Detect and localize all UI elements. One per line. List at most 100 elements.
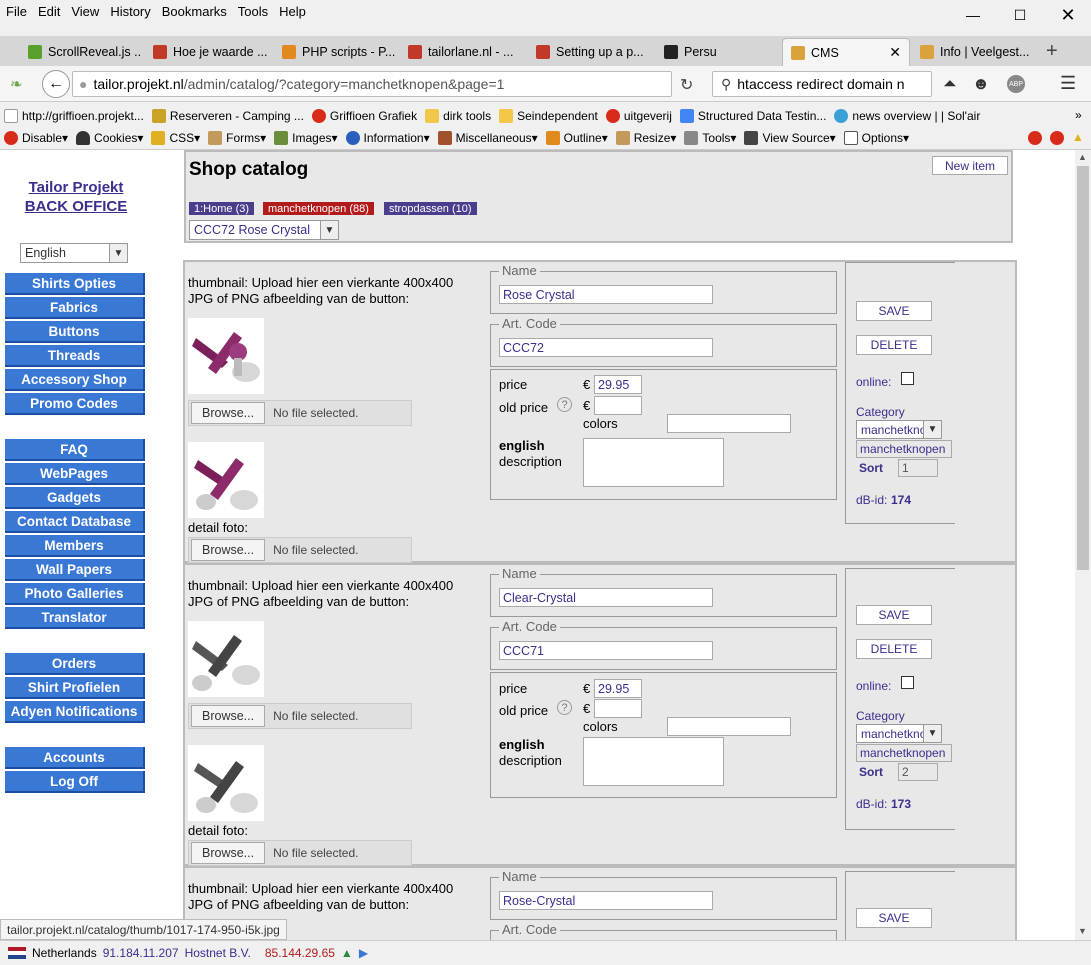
scroll-thumb[interactable] — [1077, 166, 1089, 570]
warning-icon[interactable]: ▲ — [1072, 130, 1084, 144]
close-tab-icon[interactable]: ✕ — [889, 44, 901, 61]
category-select[interactable]: manchetkno ▼ — [856, 420, 942, 439]
product-select[interactable]: CCC72 Rose Crystal ▼ — [189, 220, 339, 240]
nav-accounts[interactable]: Accounts — [5, 747, 145, 769]
dev-miscellaneous[interactable]: Miscellaneous▾ — [437, 131, 538, 145]
dev-resize[interactable]: Resize▾ — [615, 131, 676, 145]
browse-button[interactable]: Browse... — [191, 402, 266, 424]
search-input[interactable]: ⚲ htaccess redirect domain n — [712, 71, 932, 97]
detail-image[interactable] — [188, 745, 264, 821]
menu-help[interactable]: Help — [279, 4, 306, 19]
dev-outline[interactable]: Outline▾ — [545, 131, 608, 145]
online-checkbox[interactable] — [901, 676, 914, 689]
bookmark-uitgeverij[interactable]: uitgeverij — [605, 109, 672, 123]
help-icon[interactable]: ? — [557, 397, 572, 412]
dev-images[interactable]: Images▾ — [274, 131, 338, 145]
nav-threads[interactable]: Threads — [5, 345, 145, 367]
tab-info-veelgesteld[interactable]: Info | Veelgest... — [912, 38, 1034, 66]
thumbnail-image[interactable] — [188, 318, 264, 394]
browse-button[interactable]: Browse... — [191, 842, 266, 864]
save-button[interactable]: SAVE — [856, 301, 932, 321]
old-price-input[interactable] — [594, 699, 642, 718]
tab-cms[interactable]: CMS ✕ — [782, 38, 910, 66]
nav-wall-papers[interactable]: Wall Papers — [5, 559, 145, 581]
sort-input[interactable]: 2 — [898, 763, 938, 781]
price-input[interactable]: 29.95 — [594, 679, 642, 698]
menu-view[interactable]: View — [71, 4, 99, 19]
scroll-up-icon[interactable]: ▲ — [1078, 152, 1087, 162]
thumbnail-file-input[interactable]: Browse... No file selected. — [188, 400, 412, 426]
smiley-icon[interactable]: ☻ — [972, 74, 990, 94]
colors-input[interactable] — [667, 414, 791, 433]
dev-options[interactable]: Options▾ — [843, 131, 909, 145]
new-item-button[interactable]: New item — [932, 156, 1008, 175]
tab-scrollreveal[interactable]: ScrollReveal.js ... — [20, 38, 142, 66]
detail-image[interactable] — [188, 442, 264, 518]
pointer-icon[interactable]: ▶ — [359, 946, 368, 960]
dev-disable[interactable]: Disable▾ — [4, 131, 68, 145]
nav-webpages[interactable]: WebPages — [5, 463, 145, 485]
nav-faq[interactable]: FAQ — [5, 439, 145, 461]
bookmark-seindependent[interactable]: Seindependent — [499, 109, 598, 123]
bookmark-griffioen-grafiek[interactable]: Griffioen Grafiek — [311, 109, 417, 123]
error-icon[interactable] — [1050, 131, 1064, 145]
dev-cookies[interactable]: Cookies▾ — [76, 131, 143, 145]
sort-input[interactable]: 1 — [898, 459, 938, 477]
error-icon[interactable] — [1028, 131, 1042, 145]
nav-shirts-opties[interactable]: Shirts Opties — [5, 273, 145, 295]
description-textarea[interactable] — [583, 737, 724, 786]
dev-view-source[interactable]: View Source▾ — [744, 131, 836, 145]
hamburger-menu-icon[interactable]: ☰ — [1060, 73, 1076, 94]
browse-button[interactable]: Browse... — [191, 705, 266, 727]
menu-bookmarks[interactable]: Bookmarks — [162, 4, 227, 19]
dev-css[interactable]: CSS▾ — [151, 131, 200, 145]
minimize-icon[interactable]: — — [950, 0, 996, 30]
nav-log-off[interactable]: Log Off — [5, 771, 145, 793]
category-tab-home[interactable]: 1:Home (3) — [189, 202, 255, 215]
tab-persu[interactable]: Persu — [656, 38, 776, 66]
tab-setting-up[interactable]: Setting up a p... — [528, 38, 650, 66]
nav-buttons[interactable]: Buttons — [5, 321, 145, 343]
tab-php-scripts[interactable]: PHP scripts - P... — [274, 38, 396, 66]
thumbnail-image[interactable] — [188, 621, 264, 697]
price-input[interactable]: 29.95 — [594, 375, 642, 394]
scrollbar[interactable]: ▲ ▼ — [1075, 150, 1091, 940]
scroll-down-icon[interactable]: ▼ — [1078, 926, 1087, 936]
close-window-icon[interactable]: ✕ — [1045, 0, 1091, 30]
maximize-icon[interactable]: ☐ — [997, 0, 1043, 30]
nav-photo-galleries[interactable]: Photo Galleries — [5, 583, 145, 605]
nav-orders[interactable]: Orders — [5, 653, 145, 675]
old-price-input[interactable] — [594, 396, 642, 415]
description-textarea[interactable] — [583, 438, 724, 487]
adblock-icon[interactable]: ABP — [1007, 75, 1025, 93]
save-button[interactable]: SAVE — [856, 908, 932, 928]
help-icon[interactable]: ? — [557, 700, 572, 715]
home-icon[interactable]: ⏶ — [943, 74, 957, 94]
name-input[interactable]: Clear-Crystal — [499, 588, 713, 607]
language-select[interactable]: English ▼ — [20, 243, 128, 263]
bookmark-griffioen-projekt[interactable]: http://griffioen.projekt... — [4, 109, 144, 123]
dev-information[interactable]: Information▾ — [345, 131, 430, 145]
back-arrow-icon[interactable]: ← — [42, 70, 70, 98]
name-input[interactable]: Rose-Crystal — [499, 891, 713, 910]
art-code-input[interactable]: CCC71 — [499, 641, 713, 660]
nav-contact-database[interactable]: Contact Database — [5, 511, 145, 533]
category-tab-manchetknopen[interactable]: manchetknopen (88) — [263, 202, 374, 215]
tab-hoe-je-waarde[interactable]: Hoe je waarde ... — [145, 38, 271, 66]
reload-icon[interactable]: ↻ — [680, 75, 693, 95]
nav-members[interactable]: Members — [5, 535, 145, 557]
nav-shirt-profielen[interactable]: Shirt Profielen — [5, 677, 145, 699]
detail-file-input[interactable]: Browse... No file selected. — [188, 537, 412, 563]
nav-accessory-shop[interactable]: Accessory Shop — [5, 369, 145, 391]
online-checkbox[interactable] — [901, 372, 914, 385]
category-tab-stropdassen[interactable]: stropdassen (10) — [384, 202, 477, 215]
network-icon[interactable]: ▲ — [341, 946, 353, 960]
delete-button[interactable]: DELETE — [856, 639, 932, 659]
menu-tools[interactable]: Tools — [238, 4, 268, 19]
brand-title[interactable]: Tailor Projekt — [20, 179, 132, 196]
menu-edit[interactable]: Edit — [38, 4, 60, 19]
bookmark-dirk-tools[interactable]: dirk tools — [425, 109, 491, 123]
nav-gadgets[interactable]: Gadgets — [5, 487, 145, 509]
nav-promo-codes[interactable]: Promo Codes — [5, 393, 145, 415]
nav-adyen-notifications[interactable]: Adyen Notifications — [5, 701, 145, 723]
